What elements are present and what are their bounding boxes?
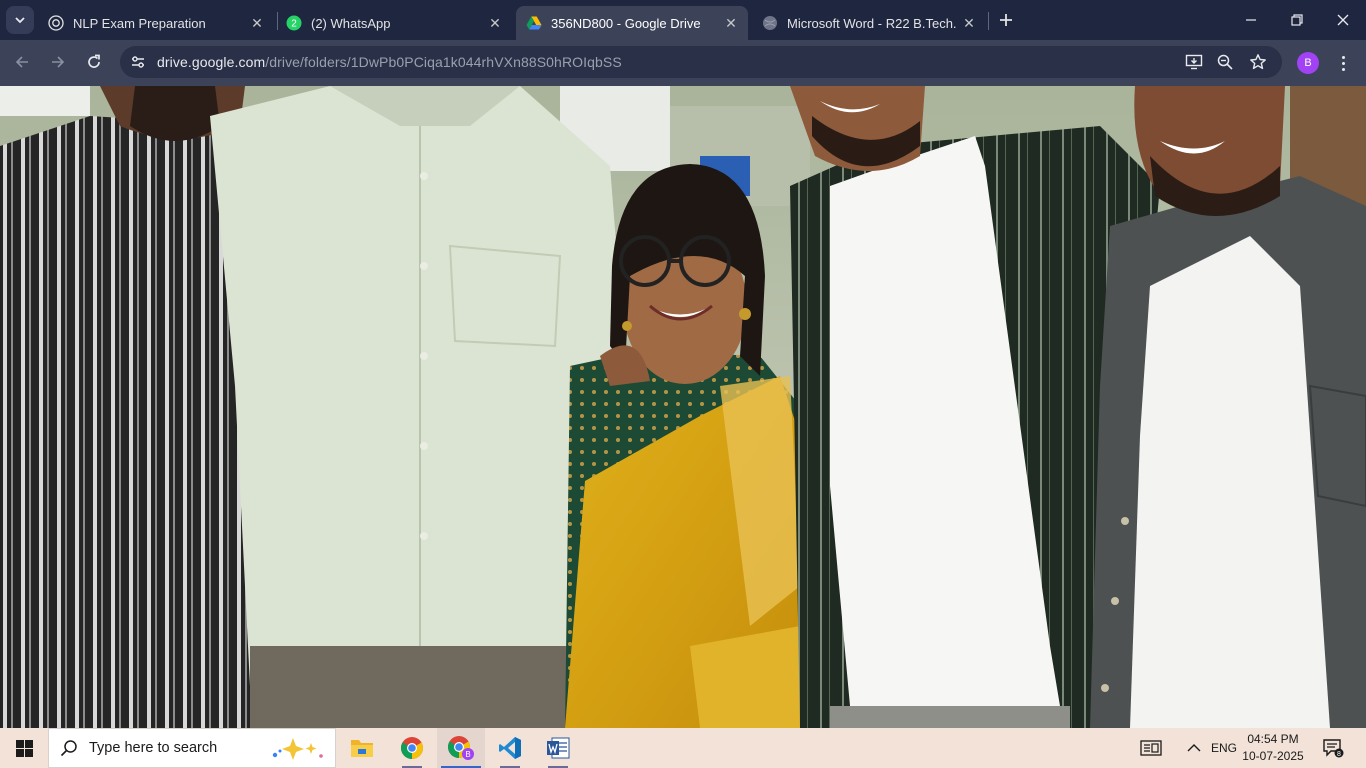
back-button[interactable]	[8, 48, 36, 76]
tab-title: 356ND800 - Google Drive	[551, 15, 701, 31]
arrow-right-icon	[52, 56, 65, 68]
address-bar[interactable]: drive.google.com/drive/folders/1DwPb0PCi…	[120, 46, 1282, 78]
screen-icon	[1140, 740, 1162, 756]
reload-icon	[88, 54, 100, 68]
taskbar-file-explorer[interactable]	[338, 728, 386, 768]
tab-strip: NLP Exam Preparation ✕ 2 (2) WhatsApp ✕ …	[0, 0, 1366, 40]
close-tab-icon[interactable]: ✕	[960, 14, 978, 32]
close-window-button[interactable]	[1320, 0, 1366, 40]
clock-time: 04:54 PM	[1247, 732, 1299, 746]
tab-google-drive[interactable]: 356ND800 - Google Drive ✕	[516, 6, 748, 40]
notification-icon: 8	[1323, 739, 1344, 758]
drive-image-preview[interactable]	[0, 86, 1366, 728]
tab-divider	[988, 12, 989, 30]
forward-button[interactable]	[44, 48, 72, 76]
zoom-button[interactable]	[1213, 50, 1237, 74]
whatsapp-icon: 2	[286, 15, 302, 31]
start-button[interactable]	[0, 728, 48, 768]
tune-icon	[132, 56, 144, 68]
search-icon	[59, 738, 79, 758]
tab-search-button[interactable]	[6, 6, 34, 34]
bookmark-button[interactable]	[1246, 50, 1270, 74]
url-host: drive.google.com	[157, 54, 266, 70]
chrome-profile-icon: B	[448, 736, 474, 760]
taskbar-vscode[interactable]	[486, 728, 534, 768]
restore-button[interactable]	[1274, 0, 1320, 40]
system-clock[interactable]: 04:54 PM 10-07-2025	[1240, 731, 1306, 765]
language-indicator[interactable]: ENG	[1208, 728, 1240, 768]
svg-text:2: 2	[291, 19, 297, 30]
taskbar-search-box[interactable]: Type here to search	[48, 728, 336, 768]
install-app-button[interactable]	[1182, 50, 1206, 74]
tab-title: (2) WhatsApp	[311, 15, 391, 31]
vscode-icon	[499, 737, 521, 759]
close-tab-icon[interactable]: ✕	[248, 14, 266, 32]
zoom-out-icon	[1217, 54, 1233, 70]
word-icon	[547, 737, 570, 759]
chrome-icon	[401, 737, 423, 759]
search-placeholder: Type here to search	[89, 740, 218, 756]
install-icon	[1185, 54, 1203, 70]
reload-button[interactable]	[80, 48, 108, 76]
notification-center[interactable]: 8	[1316, 728, 1350, 768]
profile-avatar[interactable]: B	[1297, 52, 1319, 74]
url-path: /drive/folders/1DwPb0PCiqa1k044rhVXn88S0…	[265, 54, 622, 70]
tab-title: Microsoft Word - R22 B.Tech. CS	[787, 15, 960, 31]
plus-icon	[1000, 14, 1012, 26]
chevron-up-icon	[1187, 744, 1201, 752]
minimize-icon	[1246, 19, 1256, 21]
google-drive-icon	[526, 16, 542, 30]
close-tab-icon[interactable]: ✕	[722, 14, 740, 32]
restore-icon	[1291, 14, 1303, 26]
tab-title: NLP Exam Preparation	[73, 15, 206, 31]
minimize-button[interactable]	[1228, 0, 1274, 40]
arrow-left-icon	[15, 56, 28, 68]
tab-whatsapp[interactable]: 2 (2) WhatsApp ✕	[276, 6, 512, 40]
new-tab-button[interactable]	[994, 8, 1018, 32]
clock-date: 10-07-2025	[1242, 749, 1304, 763]
close-icon	[1337, 14, 1349, 26]
search-highlight-icon	[272, 738, 323, 760]
tab-nlp-exam[interactable]: NLP Exam Preparation ✕	[38, 6, 274, 40]
browser-toolbar: drive.google.com/drive/folders/1DwPb0PCi…	[0, 40, 1366, 86]
taskbar-word[interactable]	[534, 728, 582, 768]
url-text[interactable]: drive.google.com/drive/folders/1DwPb0PCi…	[157, 54, 622, 70]
taskbar-chrome[interactable]	[388, 728, 436, 768]
svg-text:8: 8	[1337, 751, 1341, 758]
tab-microsoft-word[interactable]: Microsoft Word - R22 B.Tech. CS ✕	[752, 6, 986, 40]
tray-meet-now[interactable]	[1136, 728, 1166, 768]
globe-icon	[763, 16, 777, 30]
group-photo	[0, 86, 1366, 728]
windows-logo-icon	[15, 739, 33, 757]
windows-taskbar: Type here to search B ENG 04:54 PM 10-07…	[0, 728, 1366, 768]
chatgpt-icon	[48, 15, 64, 31]
close-tab-icon[interactable]: ✕	[486, 14, 504, 32]
svg-text:B: B	[465, 750, 470, 759]
star-icon	[1250, 54, 1266, 70]
chevron-down-icon	[15, 17, 25, 24]
tray-show-hidden[interactable]	[1182, 728, 1206, 768]
chrome-menu-button[interactable]	[1333, 50, 1353, 76]
site-info-button[interactable]	[126, 50, 150, 74]
taskbar-chrome-profile[interactable]: B	[437, 728, 485, 768]
file-explorer-icon	[351, 740, 373, 757]
